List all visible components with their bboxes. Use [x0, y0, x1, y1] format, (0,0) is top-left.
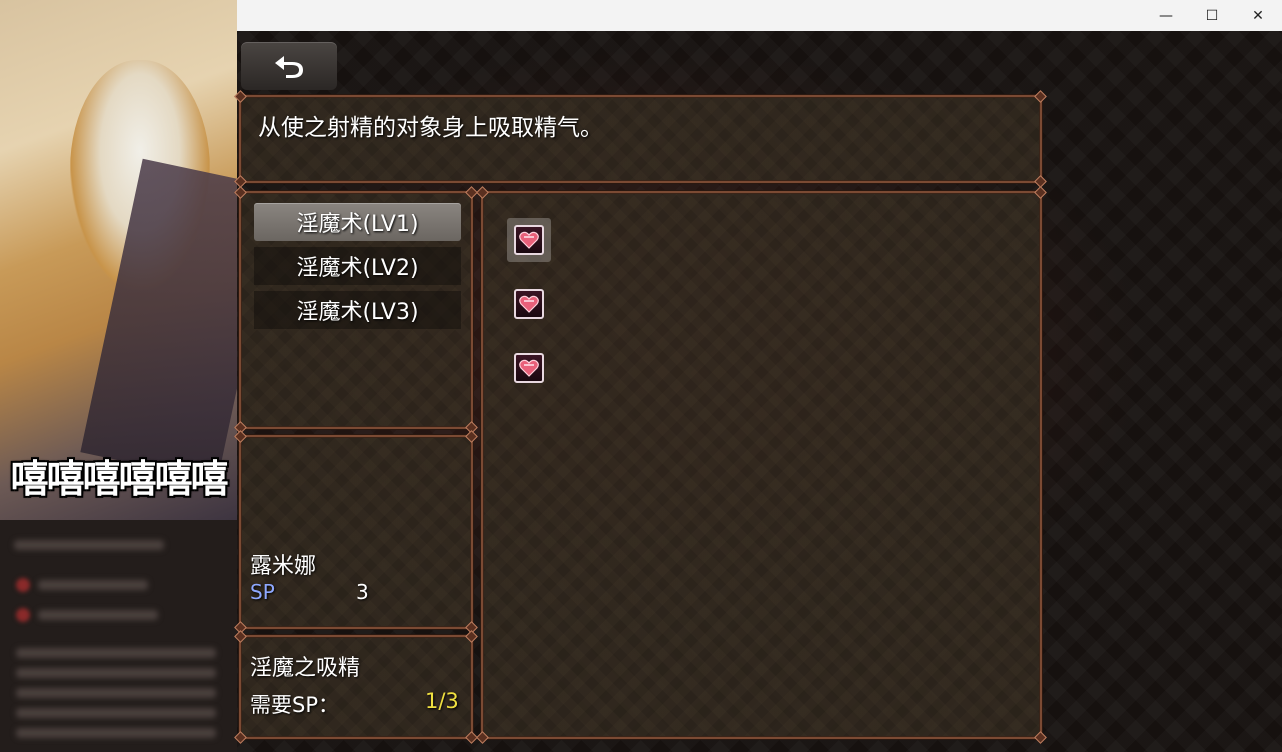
skill-list-item-lv1[interactable]: 淫魔术(LV1): [254, 203, 461, 241]
heart-gem-icon: [519, 231, 539, 249]
skill-list-item-label: 淫魔术(LV3): [296, 300, 419, 325]
skill-list-item-label: 淫魔术(LV1): [296, 212, 419, 237]
required-sp-value: 1/3: [425, 689, 459, 713]
back-button[interactable]: [241, 42, 337, 90]
skill-list-item-lv3[interactable]: 淫魔术(LV3): [254, 291, 461, 329]
meme-picture: 嘻嘻嘻嘻嘻嘻: [0, 0, 237, 520]
skill-list-item-label: 淫魔术(LV2): [296, 256, 419, 281]
maximize-icon: ☐: [1205, 7, 1219, 24]
heart-gem-icon: [519, 295, 539, 313]
minimize-button[interactable]: —: [1143, 0, 1189, 31]
return-arrow-icon: [275, 56, 303, 78]
skill-tree-panel: [476, 186, 1047, 744]
minimize-icon: —: [1159, 7, 1173, 24]
skill-list-item-lv2[interactable]: 淫魔术(LV2): [254, 247, 461, 285]
maximize-button[interactable]: ☐: [1189, 0, 1235, 31]
skill-node-lv1[interactable]: [514, 225, 544, 255]
sp-label: SP: [250, 580, 275, 604]
skill-detail-name: 淫魔之吸精: [250, 656, 361, 681]
required-sp-label: 需要SP：: [250, 693, 339, 717]
close-icon: ✕: [1252, 7, 1264, 24]
skill-node-lv2[interactable]: [514, 289, 544, 319]
close-button[interactable]: ✕: [1235, 0, 1281, 31]
heart-gem-icon: [519, 359, 539, 377]
character-name: 露米娜: [250, 554, 317, 579]
blurred-status-panel: [0, 520, 237, 752]
sp-value: 3: [356, 580, 369, 604]
skill-node-lv3[interactable]: [514, 353, 544, 383]
meme-caption: 嘻嘻嘻嘻嘻嘻: [10, 456, 228, 501]
skill-description: 从使之射精的对象身上吸取精气。: [258, 115, 603, 141]
